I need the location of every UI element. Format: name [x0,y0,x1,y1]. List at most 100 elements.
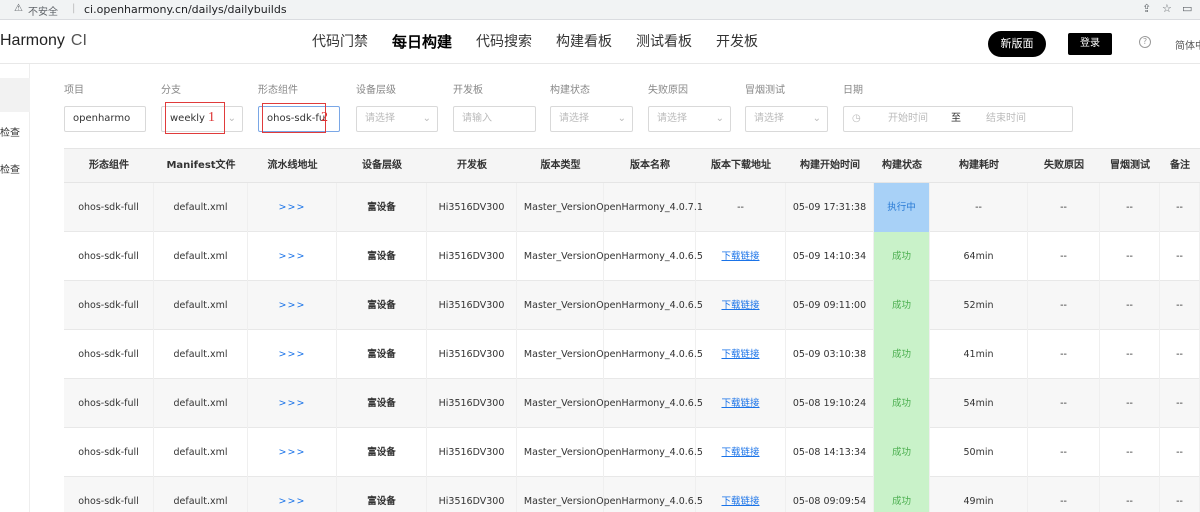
filter-branch: 分支 weekly ⌄ [161,84,243,132]
build-status-select[interactable]: 请选择 ⌄ [550,106,633,132]
brand-suffix: CI [70,32,87,49]
cell-pipeline-link[interactable]: >>> [248,281,337,330]
chevron-down-icon: ⌄ [617,113,626,124]
table-row: ohos-sdk-full default.xml >>> 富设备 Hi3516DV30… [64,477,1200,512]
column-header-pipeline-link: 流水线地址 [267,160,318,171]
cell-manifest: default.xml [154,183,248,232]
share-icon[interactable]: ⇪ [1142,2,1151,15]
cell-version-name: OpenHarmony_4.0.6.5 [596,281,703,330]
cell-fail-reason: -- [1028,379,1100,428]
cell-pipeline-link[interactable]: >>> [248,232,337,281]
cell-build-status: 成功 [874,281,930,330]
cell-build-duration: 54min [930,379,1028,428]
fail-reason-select[interactable]: 请选择 ⌄ [648,106,731,132]
cell-pipeline-link[interactable]: >>> [248,428,337,477]
nav-build-board[interactable]: 构建看板 [544,20,624,64]
cell-manifest: default.xml [154,330,248,379]
cell-fail-reason: -- [1028,281,1100,330]
url-field[interactable]: ci.openharmony.cn/dailys/dailybuilds [84,3,287,16]
new-version-button[interactable]: 新版面 [988,31,1046,57]
filter-project: 项目 openharmo [64,84,146,132]
bookmark-star-icon[interactable]: ☆ [1162,2,1172,15]
cell-pipeline-link[interactable]: >>> [248,330,337,379]
filter-label: 日期 [843,85,863,96]
filter-component: 形态组件 ohos-sdk-fu [258,84,340,132]
cell-download-link[interactable]: 下载链接 [696,281,786,330]
clock-icon: ◷ [852,113,861,124]
date-end-placeholder: 结束时间 [986,113,1026,124]
date-range-separator: 至 [951,113,961,124]
nav-daily-build[interactable]: 每日构建 [380,20,464,64]
window-icon[interactable]: ▭ [1182,2,1192,15]
nav-test-board[interactable]: 测试看板 [624,20,704,64]
sidebar-item[interactable]: 检查 [0,161,20,176]
nav-code-gate[interactable]: 代码门禁 [300,20,380,64]
cell-manifest: default.xml [154,281,248,330]
smoke-test-select[interactable]: 请选择 ⌄ [745,106,828,132]
cell-smoke-test: -- [1100,183,1160,232]
annotation-box-1 [165,102,225,134]
brand-logo[interactable]: Harmony CI [0,32,87,50]
filter-label: 构建状态 [550,85,590,96]
cell-component: ohos-sdk-full [64,232,154,281]
cell-version-type: Master_Version [517,330,604,379]
cell-build-start-time: 05-09 14:10:34 [786,232,874,281]
sidebar-item-selected[interactable] [0,78,30,112]
table-row: ohos-sdk-full default.xml >>> 富设备 Hi3516DV30… [64,183,1200,232]
chevron-down-icon: ⌄ [227,113,236,124]
project-select[interactable]: openharmo [64,106,146,132]
project-select-value: openharmo [73,113,131,124]
cell-board: Hi3516DV300 [427,379,517,428]
board-input-placeholder: 请输入 [462,113,492,124]
cell-version-name: OpenHarmony_4.0.6.5 [596,428,703,477]
cell-device-level: 富设备 [337,428,427,477]
nav-code-search[interactable]: 代码搜索 [464,20,544,64]
cell-manifest: default.xml [154,477,248,512]
login-button[interactable]: 登录 [1068,33,1112,55]
cell-fail-reason: -- [1028,232,1100,281]
column-header-build-start-time: 构建开始时间 [800,160,860,171]
cell-smoke-test: -- [1100,477,1160,512]
device-level-select[interactable]: 请选择 ⌄ [356,106,438,132]
table-row: ohos-sdk-full default.xml >>> 富设备 Hi3516DV30… [64,330,1200,379]
help-icon[interactable]: ? [1139,36,1151,48]
filter-label: 失败原因 [648,85,688,96]
cell-download-link[interactable]: 下载链接 [696,330,786,379]
cell-remark: -- [1160,379,1200,428]
cell-pipeline-link[interactable]: >>> [248,183,337,232]
cell-download-link[interactable]: 下载链接 [696,379,786,428]
cell-manifest: default.xml [154,428,248,477]
nav-dev-board[interactable]: 开发板 [704,20,770,64]
build-status-placeholder: 请选择 [559,113,589,124]
cell-download-link[interactable]: 下载链接 [696,428,786,477]
language-switch[interactable]: 简体中 [1175,37,1200,52]
cell-build-start-time: 05-09 17:31:38 [786,183,874,232]
cell-download-link[interactable]: 下载链接 [696,232,786,281]
date-range-picker[interactable]: ◷ 开始时间 至 结束时间 [843,106,1073,132]
cell-download-link[interactable]: 下载链接 [696,477,786,512]
cell-build-duration: -- [930,183,1028,232]
cell-version-name: OpenHarmony_4.0.6.5 [596,330,703,379]
column-header-component: 形态组件 [89,160,129,171]
cell-smoke-test: -- [1100,330,1160,379]
table-row: ohos-sdk-full default.xml >>> 富设备 Hi3516DV30… [64,232,1200,281]
separator: | [72,3,76,14]
cell-device-level: 富设备 [337,379,427,428]
column-header-manifest: Manifest文件 [166,160,236,171]
cell-pipeline-link[interactable]: >>> [248,477,337,512]
cell-component: ohos-sdk-full [64,330,154,379]
table-row: ohos-sdk-full default.xml >>> 富设备 Hi3516DV30… [64,281,1200,330]
warning-icon: ⚠ [14,3,23,14]
board-input[interactable]: 请输入 [453,106,536,132]
sidebar-item[interactable]: 检查 [0,124,20,139]
cell-device-level: 富设备 [337,183,427,232]
filter-build-status: 构建状态 请选择 ⌄ [550,84,633,132]
cell-pipeline-link[interactable]: >>> [248,379,337,428]
cell-board: Hi3516DV300 [427,477,517,512]
filter-label: 设备层级 [356,85,396,96]
cell-build-status: 成功 [874,428,930,477]
cell-version-name: OpenHarmony_4.0.6.5 [596,477,703,512]
cell-build-status: 成功 [874,330,930,379]
cell-build-duration: 52min [930,281,1028,330]
cell-build-duration: 49min [930,477,1028,512]
